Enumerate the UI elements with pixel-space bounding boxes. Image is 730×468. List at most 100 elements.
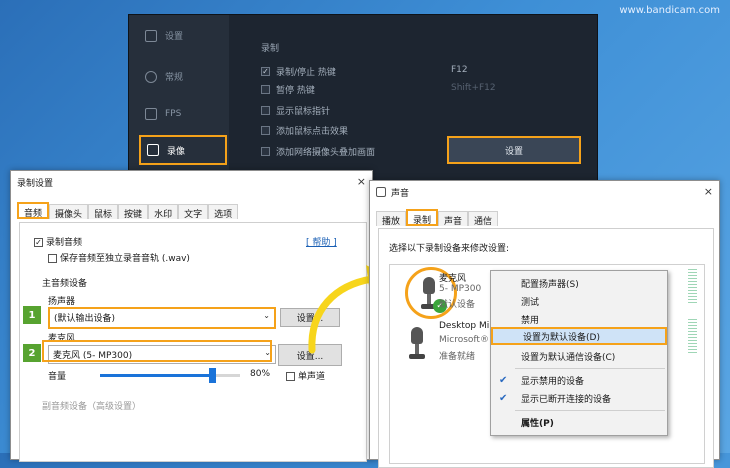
tab-audio[interactable]: 音频 (17, 202, 50, 219)
menu-item-show-disabled[interactable]: ✔ 显示禁用的设备 (491, 371, 667, 389)
checkbox-label: 录制音频 (46, 238, 83, 248)
check-icon: ✔ (499, 392, 508, 404)
volume-slider-fill (100, 374, 212, 377)
sidebar-item-label: FPS (165, 109, 182, 119)
volume-slider-thumb[interactable] (209, 368, 216, 383)
tab-recording[interactable]: 录制 (406, 209, 439, 226)
menu-item-test[interactable]: 测试 (491, 292, 667, 310)
option-label: 显示鼠标指针 (276, 107, 331, 117)
checkbox[interactable] (261, 85, 270, 94)
option-label: 暂停 热键 (276, 86, 315, 96)
menu-item-label: 设置为默认通信设备(C) (521, 352, 616, 363)
close-icon[interactable]: × (704, 185, 713, 198)
checkbox[interactable]: ✓ (34, 238, 43, 247)
menu-item-set-default[interactable]: 设置为默认设备(D) (491, 327, 667, 345)
speaker-select-value: (默认输出设备) (54, 314, 116, 324)
microphone-select-highlight (42, 340, 272, 362)
mono-checkbox[interactable]: 单声道 (286, 369, 325, 382)
option-show-cursor[interactable]: 显示鼠标指针 (261, 104, 330, 117)
menu-divider (515, 368, 665, 369)
main-device-title: 主音频设备 (42, 279, 88, 289)
fps-icon (145, 108, 157, 120)
device-name[interactable]: 麦克风 (439, 271, 466, 284)
sidebar-item-home[interactable]: 设置 (145, 29, 183, 42)
volume-label: 音量 (48, 372, 67, 382)
option-label: 添加网络摄像头叠加画面 (276, 148, 376, 158)
help-link-text[interactable]: [ 帮助 ] (306, 238, 337, 248)
tab-sounds[interactable]: 声音 (438, 211, 469, 227)
menu-item-label: 属性(P) (521, 418, 554, 429)
menu-item-label: 设置为默认设备(D) (523, 332, 600, 343)
device-name[interactable]: Desktop Mi (439, 321, 489, 331)
option-record-hotkey[interactable]: ✓ 录制/停止 热键 (261, 65, 336, 78)
option-label: 添加鼠标点击效果 (276, 127, 349, 137)
bandicam-window: 设置 常规 FPS 录像 录制 ✓ 录制/停止 热键 F12 暂停 热键 Shif… (128, 14, 598, 185)
volume-slider[interactable] (100, 368, 240, 383)
sidebar-item-label: 设置 (165, 32, 184, 42)
dialog-titlebar: 录制设置 × (11, 171, 372, 193)
sidebar-item-video[interactable]: 录像 (139, 135, 227, 165)
tab-communications[interactable]: 通信 (468, 211, 499, 227)
level-meter (688, 319, 697, 355)
sidebar-item-fps[interactable]: FPS (145, 108, 181, 120)
menu-item-label: 禁用 (521, 315, 540, 326)
tab-webcam[interactable]: 摄像头 (49, 204, 89, 220)
tab-text[interactable]: 文字 (178, 204, 209, 220)
step-2-badge: 2 (23, 344, 41, 362)
speaker-icon (376, 187, 386, 197)
option-pause-hotkey[interactable]: 暂停 热键 (261, 83, 315, 96)
checkbox[interactable]: ✓ (261, 67, 270, 76)
save-separate-checkbox[interactable]: 保存音频至独立录音音轨 (.wav) (48, 251, 190, 264)
step-1-badge: 1 (23, 306, 41, 324)
checkbox[interactable] (286, 372, 295, 381)
chevron-down-icon: ⌄ (263, 311, 270, 320)
bandicam-settings-button[interactable]: 设置 (447, 136, 581, 164)
microphone-icon (409, 327, 425, 361)
device-desc: Microsoft® (439, 335, 489, 345)
hotkey-pause[interactable]: Shift+F12 (451, 83, 496, 93)
menu-item-properties[interactable]: 属性(P) (491, 413, 667, 431)
tab-mouse[interactable]: 鼠标 (88, 204, 119, 220)
menu-item-label: 配置扬声器(S) (521, 279, 579, 290)
context-menu: 配置扬声器(S) 测试 禁用 设置为默认设备(D) 设置为默认通信设备(C) ✔… (490, 270, 668, 436)
option-click-effect[interactable]: 添加鼠标点击效果 (261, 124, 348, 137)
check-icon: ✔ (499, 374, 508, 386)
menu-divider (515, 410, 665, 411)
menu-item-show-disconnected[interactable]: ✔ 显示已断开连接的设备 (491, 389, 667, 407)
menu-item-set-default-comm[interactable]: 设置为默认通信设备(C) (491, 347, 667, 365)
tab-options[interactable]: 选项 (208, 204, 239, 220)
close-icon[interactable]: × (357, 175, 366, 188)
tab-bar: 音频 摄像头 鼠标 按键 水印 文字 选项 (17, 202, 239, 220)
device-status: 默认设备 (439, 300, 476, 310)
tab-keys[interactable]: 按键 (118, 204, 149, 220)
bandicam-sidebar: 设置 常规 FPS 录像 (129, 15, 229, 185)
tab-playback[interactable]: 播放 (376, 211, 407, 227)
dialog-title: 录制设置 (17, 178, 54, 189)
checkbox[interactable] (48, 254, 57, 263)
instruction-text: 选择以下录制设备来修改设置: (389, 244, 510, 254)
option-label: 录制/停止 热键 (276, 68, 336, 78)
home-icon (145, 29, 157, 42)
checkbox[interactable] (261, 147, 270, 156)
checkbox[interactable] (261, 106, 270, 115)
sidebar-item-general[interactable]: 常规 (145, 70, 183, 83)
sidebar-item-label: 常规 (165, 73, 184, 83)
checkbox[interactable] (261, 126, 270, 135)
tab-watermark[interactable]: 水印 (148, 204, 179, 220)
menu-item-label: 显示已断开连接的设备 (521, 394, 612, 405)
device-status: 准备就绪 (439, 352, 476, 362)
gear-icon (145, 70, 157, 83)
help-link: [ 帮助 ] (306, 235, 337, 248)
volume-value: 80% (250, 369, 271, 379)
record-audio-checkbox[interactable]: ✓ 录制音频 (34, 235, 82, 248)
dialog-titlebar: 声音 × (370, 181, 719, 203)
menu-item-label: 显示禁用的设备 (521, 376, 585, 387)
level-meter (688, 269, 697, 305)
menu-item-configure-speakers[interactable]: 配置扬声器(S) (491, 274, 667, 292)
option-webcam-overlay[interactable]: 添加网络摄像头叠加画面 (261, 145, 375, 158)
record-icon (147, 144, 159, 156)
checkbox-label: 保存音频至独立录音音轨 (.wav) (60, 254, 190, 264)
hotkey-record[interactable]: F12 (451, 65, 468, 75)
menu-item-disable[interactable]: 禁用 (491, 310, 667, 328)
speaker-select[interactable]: (默认输出设备) ⌄ (48, 307, 276, 329)
